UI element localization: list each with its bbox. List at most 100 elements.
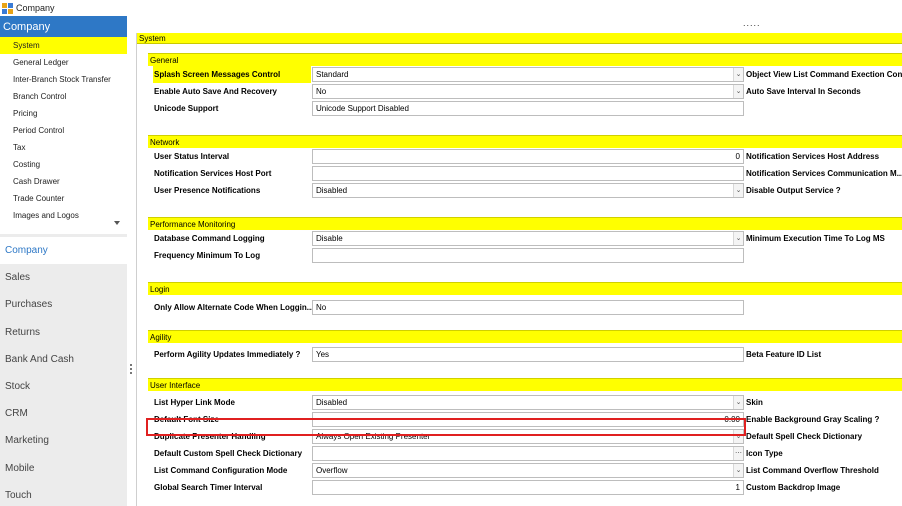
setting-label-right xyxy=(746,100,902,117)
module-stock[interactable]: Stock xyxy=(0,373,127,400)
chevron-down-icon[interactable]: ⌄ xyxy=(733,232,743,245)
db-command-logging-select[interactable]: Disable ⌄ xyxy=(312,231,744,246)
sidebar-item-cash-drawer[interactable]: Cash Drawer xyxy=(0,173,127,190)
module-returns[interactable]: Returns xyxy=(0,319,127,346)
sidebar-item-tax[interactable]: Tax xyxy=(0,139,127,156)
unicode-support-field[interactable]: Unicode Support Disabled xyxy=(312,101,744,116)
group-header-user-interface: User Interface xyxy=(148,378,902,391)
setting-label: Global Search Timer Interval xyxy=(154,483,263,492)
setting-label: Database Command Logging xyxy=(154,234,265,243)
chevron-down-icon[interactable]: ⌄ xyxy=(733,396,743,409)
host-port-input[interactable] xyxy=(312,166,744,181)
setting-label-right: Notification Services Host Address xyxy=(746,152,880,161)
agility-updates-field[interactable]: Yes xyxy=(312,347,744,362)
setting-label-right: Auto Save Interval In Seconds xyxy=(746,87,861,96)
setting-row: Only Allow Alternate Code When Loggin...… xyxy=(148,299,902,316)
section-title: System xyxy=(137,33,902,44)
setting-row: User Presence Notifications Disabled ⌄ Di… xyxy=(148,182,902,199)
setting-label: Enable Auto Save And Recovery xyxy=(154,87,277,96)
group-header-network: Network xyxy=(148,135,902,148)
focus-highlight xyxy=(146,418,746,436)
setting-row: List Command Configuration Mode Overflow… xyxy=(148,462,902,479)
title-bar: Company xyxy=(0,0,902,16)
chevron-down-icon[interactable]: ⌄ xyxy=(733,184,743,197)
setting-row: Perform Agility Updates Immediately ? Ye… xyxy=(148,346,902,363)
setting-label: List Command Configuration Mode xyxy=(154,466,288,475)
sidebar-item-trade-counter[interactable]: Trade Counter xyxy=(0,190,127,207)
app-window: Company Company System General Ledger In… xyxy=(0,0,902,506)
setting-label: Notification Services Host Port xyxy=(154,169,272,178)
field-value: Overflow xyxy=(316,466,348,475)
setting-label: Only Allow Alternate Code When Loggin... xyxy=(154,303,314,312)
group-general: General Splash Screen Messages Control S… xyxy=(148,53,902,117)
module-crm[interactable]: CRM xyxy=(0,400,127,427)
setting-label: User Status Interval xyxy=(154,152,230,161)
setting-row: Splash Screen Messages Control Standard ⌄… xyxy=(148,66,902,83)
frequency-minimum-input[interactable] xyxy=(312,248,744,263)
setting-row: User Status Interval 0 Notification Serv… xyxy=(148,148,902,165)
module-purchases[interactable]: Purchases xyxy=(0,291,127,318)
sidebar-item-images-and-logos[interactable]: Images and Logos xyxy=(0,207,127,224)
group-header-agility: Agility xyxy=(148,330,902,343)
auto-save-select[interactable]: No ⌄ xyxy=(312,84,744,99)
setting-label: Splash Screen Messages Control xyxy=(153,66,311,83)
splitter-handle[interactable] xyxy=(130,364,132,376)
group-login: Login Only Allow Alternate Code When Log… xyxy=(148,282,902,316)
group-agility: Agility Perform Agility Updates Immediat… xyxy=(148,330,902,363)
sidebar-item-branch-control[interactable]: Branch Control xyxy=(0,88,127,105)
alternate-code-field[interactable]: No xyxy=(312,300,744,315)
setting-label-right: Beta Feature ID List xyxy=(746,350,822,359)
sidebar: Company System General Ledger Inter-Bran… xyxy=(0,16,127,506)
setting-label: User Presence Notifications xyxy=(154,186,261,195)
setting-row: Enable Auto Save And Recovery No ⌄ Auto S… xyxy=(148,83,902,100)
field-value: Disabled xyxy=(316,398,348,407)
module-touch[interactable]: Touch xyxy=(0,482,127,506)
sidebar-item-general-ledger[interactable]: General Ledger xyxy=(0,54,127,71)
scroll-down-icon[interactable] xyxy=(114,221,120,225)
module-marketing[interactable]: Marketing xyxy=(0,427,127,454)
setting-row: Unicode Support Unicode Support Disabled xyxy=(148,100,902,117)
sidebar-item-costing[interactable]: Costing xyxy=(0,156,127,173)
setting-label: List Hyper Link Mode xyxy=(154,398,235,407)
hyper-link-mode-select[interactable]: Disabled ⌄ xyxy=(312,395,744,410)
setting-row: List Hyper Link Mode Disabled ⌄ Skin xyxy=(148,394,902,411)
setting-label-right: Icon Type xyxy=(746,449,783,458)
search-timer-input[interactable]: 1 xyxy=(312,480,744,495)
setting-label-right: Object View List Command Exection Con... xyxy=(746,70,902,79)
sidebar-item-system[interactable]: System xyxy=(0,37,127,54)
setting-label-right: Disable Output Service ? xyxy=(746,186,841,195)
sidebar-item-pricing[interactable]: Pricing xyxy=(0,105,127,122)
module-bank-and-cash[interactable]: Bank And Cash xyxy=(0,346,127,373)
setting-label-right: Notification Services Communication M... xyxy=(746,169,902,178)
setting-row: Database Command Logging Disable ⌄ Minimu… xyxy=(148,230,902,247)
group-user-interface: User Interface List Hyper Link Mode Disa… xyxy=(148,378,902,496)
more-dots[interactable]: ..... xyxy=(743,18,761,28)
field-value: No xyxy=(316,87,327,96)
setting-label: Default Custom Spell Check Dictionary xyxy=(154,449,303,458)
setting-row: Frequency Minimum To Log xyxy=(148,247,902,264)
chevron-down-icon[interactable]: ⌄ xyxy=(733,68,743,81)
module-company[interactable]: Company xyxy=(0,237,127,265)
module-sales[interactable]: Sales xyxy=(0,264,127,291)
sidebar-item-period-control[interactable]: Period Control xyxy=(0,122,127,139)
field-value: Disable xyxy=(316,234,343,243)
setting-label: Perform Agility Updates Immediately ? xyxy=(154,350,301,359)
user-status-interval-input[interactable]: 0 xyxy=(312,149,744,164)
custom-spell-check-input[interactable]: ⋯ xyxy=(312,446,744,461)
setting-label-right: Default Spell Check Dictionary xyxy=(746,432,863,441)
chevron-down-icon[interactable]: ⌄ xyxy=(733,85,743,98)
setting-row: Default Custom Spell Check Dictionary ⋯ … xyxy=(148,445,902,462)
setting-label-right: List Command Overflow Threshold xyxy=(746,466,879,475)
sidebar-header[interactable]: Company xyxy=(0,16,127,37)
setting-label: Frequency Minimum To Log xyxy=(154,251,261,260)
sidebar-item-inter-branch-stock-transfer[interactable]: Inter-Branch Stock Transfer xyxy=(0,71,127,88)
chevron-down-icon[interactable]: ⌄ xyxy=(733,464,743,477)
group-header-login: Login xyxy=(148,282,902,295)
setting-label: Unicode Support xyxy=(154,104,219,113)
command-configuration-select[interactable]: Overflow ⌄ xyxy=(312,463,744,478)
splash-screen-select[interactable]: Standard ⌄ xyxy=(312,67,744,82)
presence-notifications-select[interactable]: Disabled ⌄ xyxy=(312,183,744,198)
module-mobile[interactable]: Mobile xyxy=(0,455,127,482)
ellipsis-icon[interactable]: ⋯ xyxy=(733,447,743,460)
app-logo-icon xyxy=(2,2,13,14)
